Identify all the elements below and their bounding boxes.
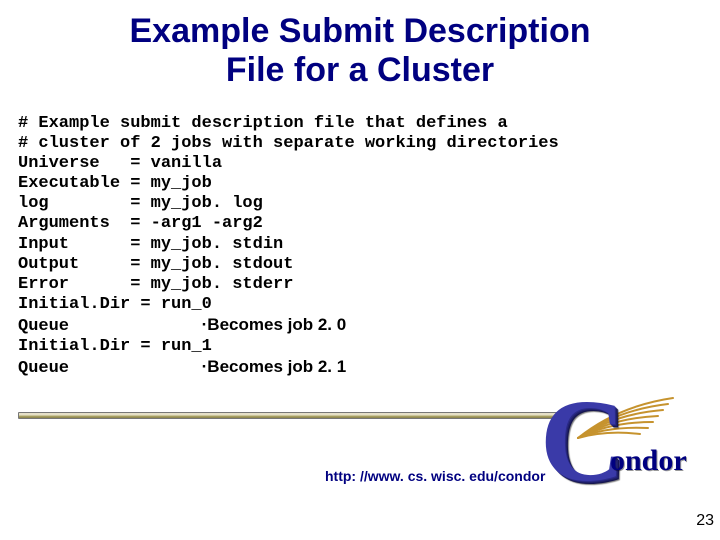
- annotation: ·Becomes job 2. 1: [202, 357, 347, 376]
- code-line: Initial.Dir = run_0: [18, 295, 212, 314]
- annotation: ·Becomes job 2. 0: [202, 315, 347, 334]
- code-line: Output = my_job. stdout: [18, 255, 293, 274]
- page-title: Example Submit Description File for a Cl…: [0, 0, 720, 94]
- code-line: Arguments = -arg1 -arg2: [18, 214, 263, 233]
- code-line: # cluster of 2 jobs with separate workin…: [18, 134, 559, 153]
- title-line-2: File for a Cluster: [226, 51, 494, 89]
- code-line: Queue: [18, 359, 69, 378]
- logo-c: C: [540, 382, 625, 500]
- title-line-1: Example Submit Description: [130, 12, 591, 50]
- code-line: Universe = vanilla: [18, 154, 222, 173]
- code-line: Error = my_job. stderr: [18, 275, 293, 294]
- code-line: Queue: [18, 317, 69, 336]
- code-line: Executable = my_job: [18, 174, 212, 193]
- slide-number: 23: [696, 512, 714, 530]
- code-line: Input = my_job. stdin: [18, 235, 283, 254]
- code-line: log = my_job. log: [18, 194, 263, 213]
- code-line: # Example submit description file that d…: [18, 114, 508, 133]
- logo-ondor: ondor: [610, 444, 687, 478]
- divider-bar: [18, 412, 558, 419]
- code-block: # Example submit description file that d…: [0, 94, 720, 379]
- condor-logo: C ondor: [540, 388, 700, 508]
- code-line: Initial.Dir = run_1: [18, 337, 212, 356]
- footer-url: http: //www. cs. wisc. edu/condor: [325, 468, 545, 484]
